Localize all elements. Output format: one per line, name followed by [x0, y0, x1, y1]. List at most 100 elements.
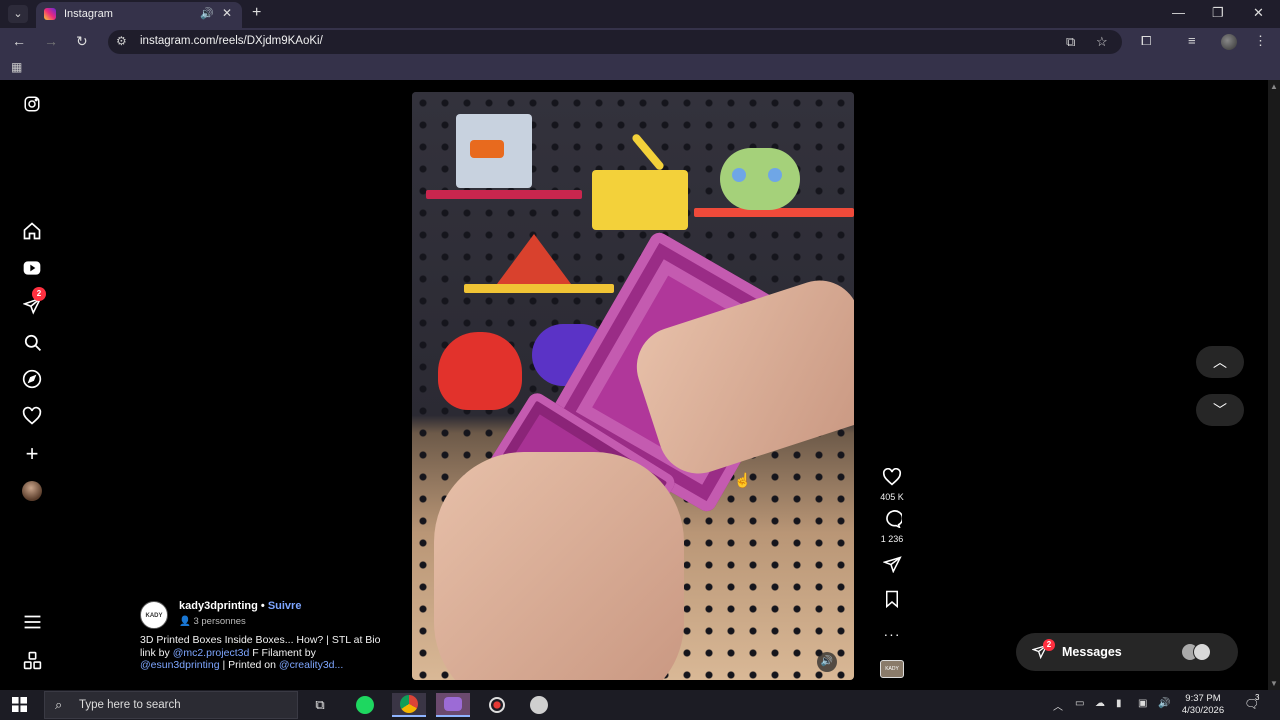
profile-avatar[interactable] [1221, 34, 1237, 50]
tab-instagram[interactable]: Instagram 🔊 ✕ [36, 2, 242, 28]
tray-usb-icon[interactable]: ▮ [1116, 698, 1122, 709]
direct-messages-icon[interactable]: 2 [18, 287, 46, 319]
sponge-figure [592, 170, 688, 230]
video-editor-icon[interactable] [436, 693, 470, 717]
messages-badge: 2 [1043, 639, 1055, 651]
volume-tray-icon[interactable]: 🔊 [1158, 698, 1170, 709]
profile-avatar[interactable] [18, 477, 46, 505]
share-button[interactable] [866, 556, 918, 578]
network-icon[interactable]: ▣ [1138, 698, 1147, 709]
explore-icon[interactable] [18, 365, 46, 393]
chevron-down-icon: ﹀ [1213, 402, 1227, 418]
media-control-icon[interactable]: ≡ [1188, 33, 1196, 48]
message-avatar [1193, 643, 1211, 661]
messages-button[interactable]: 2 Messages [1016, 633, 1238, 671]
search-icon[interactable] [18, 328, 46, 356]
comment-count: 1 236 [880, 534, 904, 544]
home-icon[interactable] [18, 217, 46, 245]
tray-device-icon[interactable]: ▭ [1075, 698, 1084, 709]
mention-esun[interactable]: @esun3dprinting [140, 659, 220, 671]
windows-taskbar: ⌕ Type here to search ⧉ ︿ ▭ ☁ ▮ ▣ 🔊 9:37… [0, 690, 1280, 720]
chevron-up-icon: ︿ [1213, 354, 1227, 370]
url-text[interactable]: instagram.com/reels/DXjdm9KAoKi/ [140, 35, 323, 47]
people-icon: 👤 [179, 616, 194, 627]
browser-tab-strip: ⌄ Instagram 🔊 ✕ + — ❐ ✕ [0, 0, 1280, 28]
also-from-meta-icon[interactable] [18, 646, 46, 674]
reel-video[interactable]: 🔊 [412, 92, 854, 680]
followers-line: 👤 3 personnes [179, 616, 246, 627]
caption-text: | Printed on [219, 659, 279, 671]
messages-badge: 2 [32, 287, 46, 301]
more-options-icon[interactable]: ··· [866, 626, 918, 642]
notification-count: 3 [1255, 693, 1260, 702]
shelf-left [426, 190, 582, 199]
restore-icon[interactable]: ❐ [1212, 5, 1224, 21]
scroll-up-icon[interactable]: ▲ [1270, 82, 1278, 91]
volume-icon[interactable]: 🔊 [817, 652, 837, 672]
mention-mc2[interactable]: @mc2.project3d [173, 647, 250, 659]
taskbar-search[interactable]: ⌕ Type here to search [44, 691, 298, 719]
instagram-page: 2 + 🔊 405 K 1 236 ··· KADY KADY kady3dpr… [0, 80, 1268, 690]
skull-eye-left [732, 168, 746, 182]
search-icon: ⌕ [55, 697, 63, 712]
shelf-middle [464, 284, 614, 293]
comment-button[interactable]: 1 236 [866, 510, 918, 544]
install-app-icon[interactable]: ⧉ [1066, 34, 1075, 50]
previous-reel-button[interactable]: ︿ [1196, 346, 1244, 378]
spotify-icon[interactable] [348, 693, 382, 717]
reels-icon[interactable] [18, 254, 46, 282]
scroll-down-icon[interactable]: ▼ [1270, 679, 1278, 688]
site-info-icon[interactable]: ⚙ [116, 34, 127, 48]
tab-audio-icon[interactable]: 🔊 [200, 7, 214, 20]
save-button[interactable] [866, 590, 918, 613]
menu-icon[interactable] [18, 608, 46, 636]
author-avatar[interactable]: KADY [140, 601, 168, 629]
notifications-heart-icon[interactable] [18, 402, 46, 430]
hand-cursor-icon: ☝ [734, 472, 752, 488]
skull-figure [720, 148, 800, 210]
task-view-icon[interactable]: ⧉ [303, 693, 337, 717]
browser-toolbar: ← → ↻ ⚙ instagram.com/reels/DXjdm9KAoKi/… [0, 28, 1280, 56]
address-bar[interactable]: ⚙ instagram.com/reels/DXjdm9KAoKi/ ⧉ ☆ [108, 30, 1122, 54]
separator-dot: • [257, 600, 268, 612]
minimize-icon[interactable]: — [1172, 5, 1185, 20]
app-icon[interactable] [522, 693, 556, 717]
apps-grid-icon[interactable]: ▦ [11, 60, 22, 74]
new-tab-button[interactable]: + [252, 4, 261, 22]
like-button[interactable]: 405 K [866, 467, 918, 502]
reload-icon[interactable]: ↻ [76, 33, 88, 50]
instagram-logo-icon[interactable] [18, 90, 46, 118]
browser-menu-icon[interactable]: ⋮ [1254, 33, 1267, 49]
next-reel-button[interactable]: ﹀ [1196, 394, 1244, 426]
back-icon[interactable]: ← [12, 33, 26, 49]
follow-button[interactable]: Suivre [268, 600, 302, 612]
onedrive-icon[interactable]: ☁ [1095, 698, 1105, 709]
audio-thumbnail[interactable]: KADY [880, 660, 904, 678]
skull-eye-right [768, 168, 782, 182]
bookmark-star-icon[interactable]: ☆ [1096, 34, 1108, 50]
tab-close-icon[interactable]: ✕ [222, 6, 232, 20]
clock-time: 9:37 PM [1185, 693, 1221, 704]
followers-text: 3 personnes [193, 616, 246, 627]
show-hidden-icons-icon[interactable]: ︿ [1053, 698, 1063, 713]
author-username[interactable]: kady3dprinting [179, 600, 258, 612]
page-scrollbar[interactable]: ▲ ▼ [1268, 80, 1280, 690]
close-window-icon[interactable]: ✕ [1253, 5, 1264, 21]
reel-caption[interactable]: 3D Printed Boxes Inside Boxes... How? | … [140, 634, 390, 672]
comment-icon [886, 510, 904, 529]
mention-creality[interactable]: @creality3d... [279, 659, 343, 671]
extensions-icon[interactable]: ⧠ [1141, 33, 1151, 49]
create-icon[interactable]: + [18, 440, 46, 468]
chrome-icon[interactable] [392, 693, 426, 717]
red-figure [438, 332, 522, 410]
forward-icon[interactable]: → [44, 33, 58, 49]
duck-beak [470, 140, 504, 158]
share-icon [881, 556, 902, 574]
bookmarks-bar: ▦ [0, 56, 1280, 80]
taskbar-clock[interactable]: 9:37 PM 4/30/2026 [1178, 693, 1228, 717]
recorder-icon[interactable] [480, 693, 514, 717]
tab-search-button[interactable]: ⌄ [8, 5, 28, 23]
windows-start-icon[interactable] [12, 697, 27, 715]
author-line: kady3dprinting • Suivre [179, 600, 301, 612]
messages-label: Messages [1062, 645, 1122, 659]
